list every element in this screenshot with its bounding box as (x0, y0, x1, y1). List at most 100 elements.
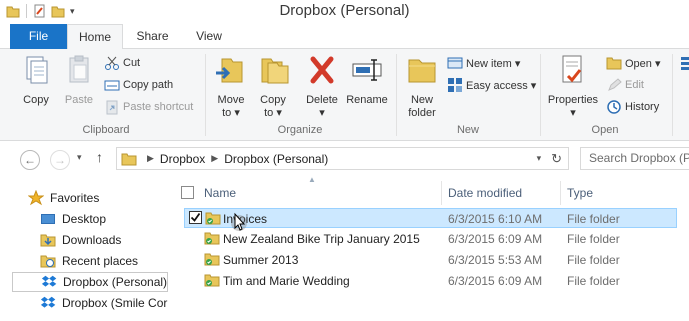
tab-view[interactable]: View (181, 24, 237, 49)
properties-button[interactable]: Properties ▾ (545, 53, 601, 120)
copy-to-icon (261, 58, 289, 84)
delete-icon (310, 56, 334, 84)
clipboard-group-label: Clipboard (82, 124, 130, 136)
navigation-pane: Favorites Desktop Downloads Recent place… (0, 177, 170, 321)
cut-button[interactable]: Cut (104, 54, 140, 72)
nav-item-desktop[interactable]: Desktop (12, 209, 168, 229)
file-type: File folder (567, 232, 620, 246)
breadcrumb-dropbox-personal[interactable]: Dropbox (Personal) (224, 152, 328, 166)
folder-icon (121, 153, 137, 165)
paste-shortcut-button[interactable]: Paste shortcut (104, 98, 193, 116)
copy-icon (26, 56, 48, 84)
rename-icon (352, 59, 382, 81)
new-folder-button[interactable]: New folder (401, 53, 443, 120)
select-all-partial-button[interactable] (680, 54, 689, 72)
delete-button[interactable]: Delete ▾ (302, 53, 342, 120)
dropbox-folder-icon (204, 232, 220, 245)
search-input[interactable]: Search Dropbox (Pe (580, 147, 689, 170)
recent-locations-dropdown-icon[interactable]: ▾ (77, 152, 82, 163)
refresh-icon[interactable]: ↻ (551, 151, 562, 167)
paste-button[interactable]: Paste (58, 53, 100, 107)
copy-button[interactable]: Copy (14, 53, 58, 107)
new-item-icon (447, 57, 463, 69)
file-date: 6/3/2015 6:10 AM (448, 212, 543, 226)
properties-icon (562, 55, 582, 83)
breadcrumb-separator-icon[interactable]: ▶ (147, 153, 154, 164)
nav-item-dropbox-personal[interactable]: Dropbox (Personal) (12, 272, 168, 292)
new-item-button[interactable]: New item ▾ (447, 54, 520, 72)
history-button[interactable]: History (606, 98, 659, 116)
downloads-icon (40, 234, 56, 247)
table-row[interactable]: Invoices 6/3/2015 6:10 AM File folder (184, 208, 677, 231)
dropbox-icon (40, 296, 56, 308)
scissors-icon (105, 56, 119, 70)
file-type: File folder (567, 253, 620, 267)
edit-icon (608, 78, 622, 91)
dropbox-folder-icon (205, 212, 221, 225)
file-list: ▲ Name Date modified Type Invoices 6/3/2… (170, 175, 689, 321)
move-to-button[interactable]: Move to ▾ (211, 53, 251, 120)
file-date: 6/3/2015 5:53 AM (448, 253, 543, 267)
address-dropdown-icon[interactable]: ▾ (537, 153, 542, 164)
easy-access-button[interactable]: Easy access ▾ (447, 76, 536, 94)
favorites-header[interactable]: Favorites (12, 188, 168, 208)
title-bar: ▾ Dropbox (Personal) (0, 0, 689, 24)
tab-file[interactable]: File (10, 24, 67, 49)
dropbox-folder-icon (204, 253, 220, 266)
ribbon: Copy Paste Cut Copy path Paste shortcut … (0, 49, 689, 141)
tab-home[interactable]: Home (67, 24, 123, 50)
back-button[interactable]: ← (20, 150, 40, 170)
edit-button[interactable]: Edit (606, 76, 644, 94)
divider (672, 54, 673, 136)
table-row[interactable]: Tim and Marie Wedding 6/3/2015 6:09 AM F… (184, 271, 677, 291)
table-row[interactable]: New Zealand Bike Trip January 2015 6/3/2… (184, 229, 677, 249)
star-icon (28, 190, 44, 206)
desktop-icon (41, 214, 55, 224)
ribbon-tabs: File Home Share View (0, 24, 689, 50)
column-header-name[interactable]: Name (198, 181, 442, 205)
paste-shortcut-icon (106, 100, 118, 115)
copy-to-button[interactable]: Copy to ▾ (253, 53, 293, 120)
copy-path-icon (104, 80, 120, 91)
organize-group-label: Organize (277, 124, 323, 136)
file-type: File folder (567, 212, 620, 226)
dropbox-icon (41, 275, 57, 287)
nav-item-recent-places[interactable]: Recent places (12, 251, 168, 271)
open-button[interactable]: Open ▾ (606, 54, 661, 72)
nav-item-downloads[interactable]: Downloads (12, 230, 168, 250)
move-to-icon (216, 58, 243, 83)
up-button[interactable]: ↑ (96, 149, 103, 165)
recent-places-icon (40, 255, 56, 268)
copy-path-button[interactable]: Copy path (104, 76, 173, 94)
file-date: 6/3/2015 6:09 AM (448, 232, 543, 246)
address-box[interactable]: ▶ Dropbox ▶ Dropbox (Personal) ▾ ↻ (116, 147, 569, 170)
history-icon (607, 100, 621, 114)
file-type: File folder (567, 274, 620, 288)
window-title: Dropbox (Personal) (279, 2, 410, 19)
select-icon (681, 57, 689, 70)
paste-icon (69, 55, 89, 83)
column-header-type[interactable]: Type (561, 181, 689, 205)
address-bar-area: ← → ▾ ↑ ▶ Dropbox ▶ Dropbox (Personal) ▾… (0, 142, 689, 176)
select-all-checkbox[interactable] (181, 186, 194, 199)
easy-access-icon (448, 78, 462, 92)
row-checkbox[interactable] (189, 211, 202, 224)
tab-share[interactable]: Share (124, 24, 181, 49)
file-date: 6/3/2015 6:09 AM (448, 274, 543, 288)
checkmark-icon (190, 212, 201, 222)
rename-button[interactable]: Rename (345, 53, 389, 107)
dropbox-folder-icon (204, 274, 220, 287)
column-header-date-modified[interactable]: Date modified (442, 181, 561, 205)
table-row[interactable]: Summer 2013 6/3/2015 5:53 AM File folder (184, 250, 677, 270)
breadcrumb-separator-icon[interactable]: ▶ (211, 153, 218, 164)
forward-button[interactable]: → (50, 150, 70, 170)
open-group-label: Open (591, 124, 619, 136)
file-name: Summer 2013 (223, 253, 299, 267)
new-folder-icon (408, 59, 436, 83)
file-name: Tim and Marie Wedding (223, 274, 350, 288)
open-folder-icon (606, 57, 622, 70)
file-name: New Zealand Bike Trip January 2015 (223, 232, 420, 246)
breadcrumb-dropbox[interactable]: Dropbox (160, 152, 205, 166)
new-group-label: New (456, 124, 479, 136)
nav-item-dropbox-smile-corp[interactable]: Dropbox (Smile Corp (12, 293, 168, 313)
